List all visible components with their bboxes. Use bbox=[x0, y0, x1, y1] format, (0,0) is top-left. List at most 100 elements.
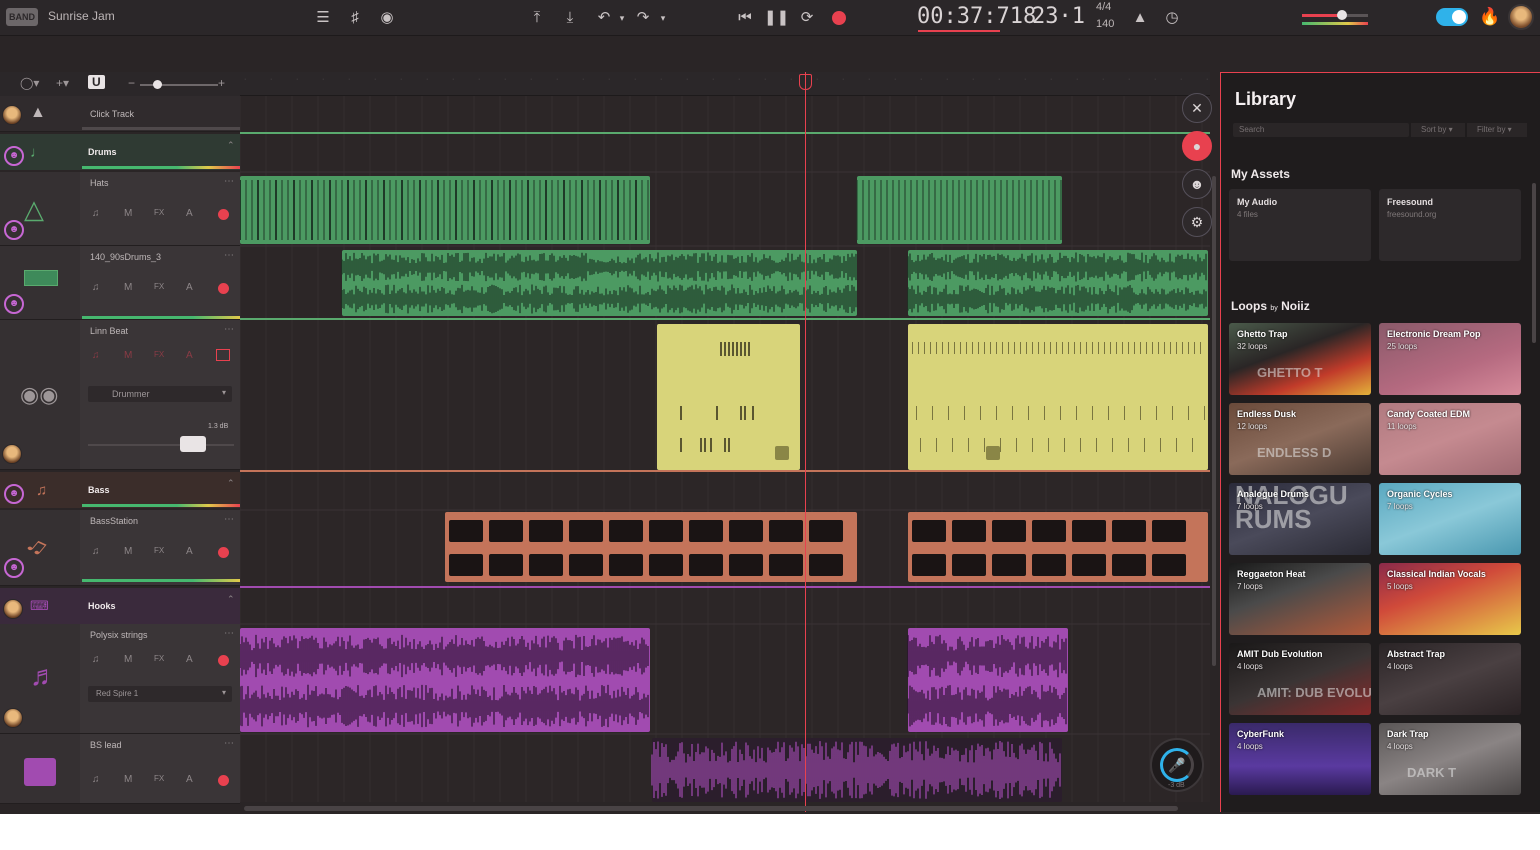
loop-pack-card[interactable]: NALOGU RUMS Analogue Drums 7 loops bbox=[1229, 483, 1371, 555]
pause-icon[interactable]: ❚❚ bbox=[764, 8, 789, 28]
undo-icon[interactable]: ↶ bbox=[594, 8, 614, 28]
sort-dropdown[interactable]: Sort by ▾ bbox=[1411, 123, 1465, 137]
headphones-icon[interactable]: ♫ bbox=[92, 282, 100, 293]
mute-button[interactable]: M bbox=[124, 546, 132, 557]
track-menu-icon[interactable]: ⋯ bbox=[224, 250, 234, 261]
mute-button[interactable]: M bbox=[124, 774, 132, 785]
headphones-icon[interactable]: ♫ bbox=[92, 654, 100, 665]
loop-pack-card[interactable]: Classical Indian Vocals 5 loops bbox=[1379, 563, 1521, 635]
group-bass[interactable]: ☻ ♫ Bass ⌃ bbox=[0, 472, 240, 508]
project-name[interactable]: Sunrise Jam bbox=[48, 9, 115, 23]
group-name[interactable]: Drums bbox=[88, 147, 117, 157]
library-scrollbar[interactable] bbox=[1532, 183, 1536, 343]
tempo-bpm[interactable]: 140 bbox=[1096, 18, 1114, 30]
fx-button[interactable]: FX bbox=[154, 350, 164, 359]
track-menu-icon[interactable]: ⋯ bbox=[224, 738, 234, 749]
loop-pack-card[interactable]: CyberFunk 4 loops bbox=[1229, 723, 1371, 795]
track-hats[interactable]: △ ☻ Hats ⋯ ♫ M FX A bbox=[0, 172, 240, 246]
volume-bar[interactable] bbox=[82, 579, 240, 582]
loop-pack-card[interactable]: Reggaeton Heat 7 loops bbox=[1229, 563, 1371, 635]
mixer-icon[interactable]: ♯ bbox=[345, 8, 365, 28]
library-search-input[interactable]: Search bbox=[1233, 123, 1409, 137]
user-avatar[interactable] bbox=[1508, 4, 1534, 30]
rewind-icon[interactable]: ⏮ bbox=[735, 8, 755, 28]
track-name[interactable]: Hats bbox=[90, 178, 109, 188]
voice-record-button[interactable]: 🎤 -3 dB bbox=[1150, 738, 1204, 792]
noiiz-logo[interactable]: Noiiz bbox=[1281, 299, 1310, 313]
loop-pack-card[interactable]: AMIT: DUB EVOLU AMIT Dub Evolution 4 loop… bbox=[1229, 643, 1371, 715]
preset-select[interactable]: Red Spire 1 ▾ bbox=[88, 686, 232, 702]
zoom-slider[interactable] bbox=[140, 80, 218, 89]
instrument-select[interactable]: Drummer ▾ bbox=[88, 386, 232, 402]
collaborators-button[interactable]: ☻ bbox=[1182, 169, 1212, 199]
keyboard-icon[interactable] bbox=[216, 349, 230, 361]
automation-button[interactable]: A bbox=[186, 282, 193, 293]
playhead[interactable] bbox=[805, 72, 806, 812]
track-menu-icon[interactable]: ⋯ bbox=[224, 324, 234, 335]
download-icon[interactable]: ⤓ bbox=[560, 8, 580, 28]
track-name[interactable]: Polysix strings bbox=[90, 630, 148, 640]
track-name[interactable]: Click Track bbox=[90, 109, 134, 119]
track-linn-beat[interactable]: ◉◉ Linn Beat ⋯ ♫ M FX A Drummer ▾ 1.3 dB bbox=[0, 320, 240, 470]
headphones-icon[interactable]: ♫ bbox=[92, 546, 100, 557]
upload-icon[interactable]: ⤒ bbox=[527, 8, 547, 28]
asset-card[interactable]: Freesound freesound.org bbox=[1379, 189, 1521, 261]
mute-button[interactable]: M bbox=[124, 208, 132, 219]
settings-button[interactable]: ⚙ bbox=[1182, 207, 1212, 237]
group-drums[interactable]: ☻ ♩ Drums ⌃ bbox=[0, 134, 240, 170]
fx-button[interactable]: FX bbox=[154, 654, 164, 663]
collapse-icon[interactable]: ⌃ bbox=[227, 478, 235, 489]
track-strings[interactable]: ♬ Polysix strings ⋯ ♫ M FX A Red Spire 1… bbox=[0, 624, 240, 734]
record-button[interactable] bbox=[832, 11, 846, 25]
track-bs-lead[interactable]: BS lead ⋯ ♫ M FX A bbox=[0, 734, 240, 804]
automation-button[interactable]: A bbox=[186, 208, 193, 219]
history-icon[interactable]: ◷ bbox=[1162, 8, 1182, 28]
track-drums-loop[interactable]: ☻ 140_90sDrums_3 ⋯ ♫ M FX A bbox=[0, 246, 240, 320]
redo-dropdown-icon[interactable]: ▾ bbox=[653, 8, 673, 28]
flame-icon[interactable]: 🔥 bbox=[1479, 7, 1500, 27]
master-volume-knob[interactable] bbox=[1336, 10, 1347, 20]
library-toggle[interactable] bbox=[1436, 8, 1468, 26]
automation-button[interactable]: A bbox=[186, 654, 193, 665]
automation-button[interactable]: A bbox=[186, 774, 193, 785]
undo-dropdown-icon[interactable]: ▾ bbox=[612, 8, 632, 28]
fx-button[interactable]: FX bbox=[154, 208, 164, 217]
collapse-icon[interactable]: ⌃ bbox=[227, 140, 235, 151]
volume-bar[interactable] bbox=[82, 316, 240, 319]
master-volume-slider[interactable] bbox=[1302, 10, 1368, 20]
metronome-icon[interactable]: ▲ bbox=[1130, 8, 1150, 28]
record-arm-button[interactable] bbox=[218, 209, 229, 220]
track-menu-icon[interactable]: ⋯ bbox=[224, 514, 234, 525]
headphones-icon[interactable]: ♫ bbox=[92, 208, 100, 219]
record-arm-button[interactable] bbox=[218, 547, 229, 558]
loop-pack-card[interactable]: Electronic Dream Pop 25 loops bbox=[1379, 323, 1521, 395]
horizontal-scrollbar[interactable] bbox=[244, 806, 1178, 811]
time-signature[interactable]: 4/4 bbox=[1096, 1, 1111, 13]
mute-button[interactable]: M bbox=[124, 654, 132, 665]
track-name[interactable]: BS lead bbox=[90, 740, 122, 750]
automation-button[interactable]: A bbox=[186, 350, 193, 361]
tuner-icon[interactable]: ◉ bbox=[377, 8, 397, 28]
volume-bar[interactable] bbox=[82, 127, 240, 130]
track-menu-icon[interactable]: ⋯ bbox=[224, 628, 234, 639]
timeline-lanes[interactable] bbox=[240, 96, 1210, 802]
loop-pack-card[interactable]: Abstract Trap 4 loops bbox=[1379, 643, 1521, 715]
track-name[interactable]: 140_90sDrums_3 bbox=[90, 252, 161, 262]
redo-icon[interactable]: ↷ bbox=[633, 8, 653, 28]
add-track-icon[interactable]: +▾ bbox=[56, 76, 69, 90]
filter-dropdown[interactable]: Filter by ▾ bbox=[1467, 123, 1527, 137]
loop-pack-card[interactable]: Organic Cycles 7 loops bbox=[1379, 483, 1521, 555]
loop-icon[interactable]: ⟳ bbox=[797, 8, 817, 28]
group-hooks[interactable]: ⌨ Hooks ⌃ bbox=[0, 588, 240, 624]
timeline-ruler[interactable]: · · · · · · · · · · · · · · · · · · · · · · · · · · · · · · · · · · · · · · bbox=[240, 72, 1210, 96]
track-menu-icon[interactable]: ⋯ bbox=[224, 176, 234, 187]
headphones-icon[interactable]: ♫ bbox=[92, 350, 100, 361]
fx-button[interactable]: FX bbox=[154, 282, 164, 291]
vertical-scrollbar[interactable] bbox=[1212, 176, 1216, 666]
playhead-marker[interactable] bbox=[799, 74, 812, 90]
track-click[interactable]: ▲ Click Track bbox=[0, 96, 240, 132]
zoom-out-button[interactable]: − bbox=[128, 76, 135, 90]
app-logo[interactable]: BAND bbox=[6, 8, 38, 26]
camera-button[interactable]: ● bbox=[1182, 131, 1212, 161]
track-name[interactable]: Linn Beat bbox=[90, 326, 128, 336]
